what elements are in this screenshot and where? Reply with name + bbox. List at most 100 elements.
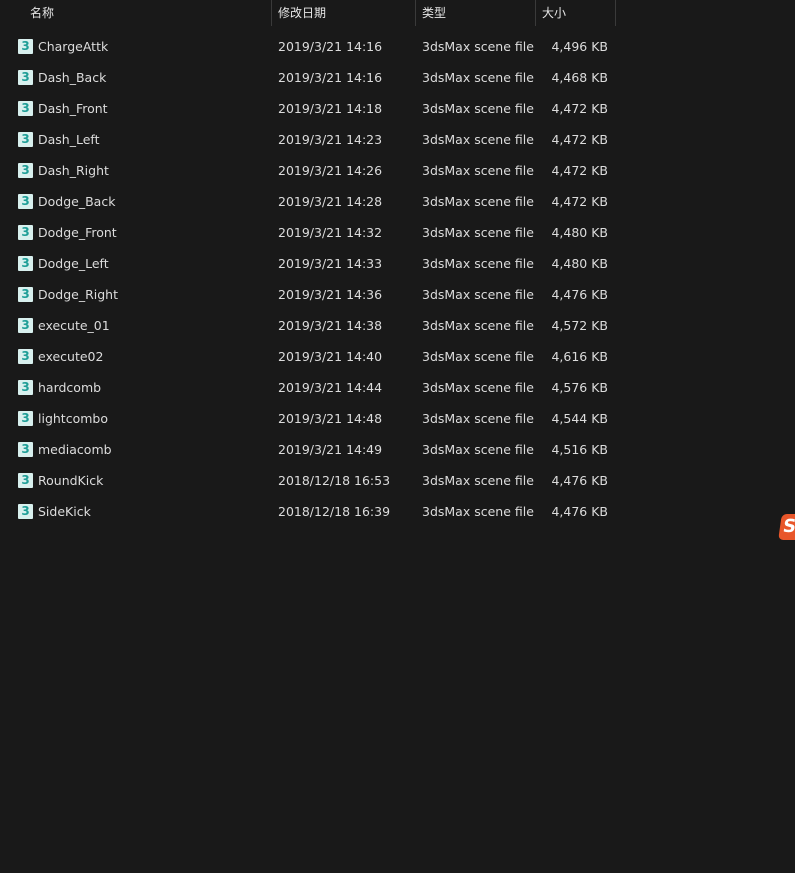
file-size: 4,572 KB [551,318,608,333]
file-row[interactable]: 3 execute_01 2019/3/21 14:38 3dsMax scene f… [0,310,616,341]
column-header-bar: 名称 ^ 修改日期 类型 大小 [0,0,616,26]
file-name[interactable]: execute_01 [38,310,110,341]
file-row[interactable]: 3 Dodge_Front 2019/3/21 14:32 3dsMax scene … [0,217,616,248]
file-row[interactable]: 3 lightcombo 2019/3/21 14:48 3dsMax scene f… [0,403,616,434]
file-type: 3dsMax scene file [422,504,534,519]
file-icon-glyph: 3 [21,380,30,394]
file-row[interactable]: 3 Dash_Back 2019/3/21 14:16 3dsMax scene fi… [0,62,616,93]
file-icon-glyph: 3 [21,349,30,363]
app-badge-icon[interactable]: S [778,514,795,540]
file-size: 4,476 KB [551,504,608,519]
file-row[interactable]: 3 RoundKick 2018/12/18 16:53 3dsMax scene f… [0,465,616,496]
column-header-date[interactable]: 修改日期 [272,0,416,26]
file-name[interactable]: mediacomb [38,434,112,465]
file-row[interactable]: 3 ChargeAttk 2019/3/21 14:16 3dsMax scene f… [0,31,616,62]
file-name[interactable]: Dodge_Front [38,217,117,248]
column-header-size[interactable]: 大小 [536,0,616,26]
file-icon-glyph: 3 [21,225,30,239]
file-type: 3dsMax scene file [422,132,534,147]
file-row[interactable]: 3 Dodge_Left 2019/3/21 14:33 3dsMax scene f… [0,248,616,279]
file-type: 3dsMax scene file [422,349,534,364]
file-size: 4,576 KB [551,380,608,395]
file-list-pane: 名称 ^ 修改日期 类型 大小 3 ChargeAttk 2019/3/21 14:… [0,0,795,873]
file-date: 2019/3/21 14:16 [278,70,383,85]
file-size: 4,480 KB [551,256,608,271]
file-size: 4,516 KB [551,442,608,457]
file-date: 2019/3/21 14:38 [278,318,383,333]
file-name[interactable]: Dodge_Left [38,248,109,279]
file-row[interactable]: 3 SideKick 2018/12/18 16:39 3dsMax scene fi… [0,496,616,527]
file-name[interactable]: Dash_Back [38,62,106,93]
file-date: 2019/3/21 14:18 [278,101,383,116]
file-icon-glyph: 3 [21,132,30,146]
file-type: 3dsMax scene file [422,256,534,271]
file-name[interactable]: ChargeAttk [38,31,108,62]
file-date: 2018/12/18 16:39 [278,504,391,519]
file-row[interactable]: 3 execute02 2019/3/21 14:40 3dsMax scene fi… [0,341,616,372]
file-date: 2019/3/21 14:23 [278,132,383,147]
file-icon-glyph: 3 [21,411,30,425]
file-date: 2019/3/21 14:16 [278,39,383,54]
file-type: 3dsMax scene file [422,163,534,178]
file-date: 2019/3/21 14:44 [278,380,383,395]
file-date: 2019/3/21 14:32 [278,225,383,240]
3dsmax-file-icon: 3 [18,163,33,178]
file-icon-glyph: 3 [21,473,30,487]
file-date: 2019/3/21 14:28 [278,194,383,209]
file-name[interactable]: lightcombo [38,403,108,434]
column-header-type[interactable]: 类型 [416,0,536,26]
file-name[interactable]: Dash_Front [38,93,108,124]
file-type: 3dsMax scene file [422,194,534,209]
file-size: 4,616 KB [551,349,608,364]
file-row[interactable]: 3 Dodge_Back 2019/3/21 14:28 3dsMax scene f… [0,186,616,217]
file-row[interactable]: 3 mediacomb 2019/3/21 14:49 3dsMax scene fi… [0,434,616,465]
file-name[interactable]: RoundKick [38,465,103,496]
file-row[interactable]: 3 Dash_Left 2019/3/21 14:23 3dsMax scene fi… [0,124,616,155]
file-type: 3dsMax scene file [422,442,534,457]
file-icon-glyph: 3 [21,101,30,115]
file-icon-glyph: 3 [21,287,30,301]
column-divider[interactable] [615,0,616,26]
file-icon-glyph: 3 [21,70,30,84]
file-type: 3dsMax scene file [422,70,534,85]
3dsmax-file-icon: 3 [18,70,33,85]
file-size: 4,476 KB [551,287,608,302]
file-size: 4,472 KB [551,132,608,147]
file-name[interactable]: Dodge_Right [38,279,118,310]
file-icon-glyph: 3 [21,163,30,177]
3dsmax-file-icon: 3 [18,504,33,519]
file-size: 4,496 KB [551,39,608,54]
file-icon-glyph: 3 [21,442,30,456]
file-row[interactable]: 3 Dash_Right 2019/3/21 14:26 3dsMax scene f… [0,155,616,186]
3dsmax-file-icon: 3 [18,39,33,54]
file-size: 4,468 KB [551,70,608,85]
3dsmax-file-icon: 3 [18,473,33,488]
file-date: 2019/3/21 14:33 [278,256,383,271]
3dsmax-file-icon: 3 [18,194,33,209]
file-name[interactable]: Dodge_Back [38,186,115,217]
file-size: 4,544 KB [551,411,608,426]
3dsmax-file-icon: 3 [18,318,33,333]
file-row[interactable]: 3 Dodge_Right 2019/3/21 14:36 3dsMax scene … [0,279,616,310]
file-date: 2019/3/21 14:26 [278,163,383,178]
file-size: 4,472 KB [551,163,608,178]
3dsmax-file-icon: 3 [18,442,33,457]
file-name[interactable]: execute02 [38,341,103,372]
file-size: 4,480 KB [551,225,608,240]
3dsmax-file-icon: 3 [18,349,33,364]
file-date: 2019/3/21 14:48 [278,411,383,426]
3dsmax-file-icon: 3 [18,411,33,426]
file-name[interactable]: SideKick [38,496,91,527]
file-name[interactable]: Dash_Left [38,124,100,155]
file-date: 2019/3/21 14:40 [278,349,383,364]
file-list: 3 ChargeAttk 2019/3/21 14:16 3dsMax scene f… [0,31,616,527]
file-name[interactable]: Dash_Right [38,155,109,186]
file-type: 3dsMax scene file [422,411,534,426]
file-row[interactable]: 3 hardcomb 2019/3/21 14:44 3dsMax scene fil… [0,372,616,403]
file-type: 3dsMax scene file [422,39,534,54]
3dsmax-file-icon: 3 [18,380,33,395]
file-date: 2019/3/21 14:49 [278,442,383,457]
file-type: 3dsMax scene file [422,101,534,116]
file-row[interactable]: 3 Dash_Front 2019/3/21 14:18 3dsMax scene f… [0,93,616,124]
file-name[interactable]: hardcomb [38,372,101,403]
